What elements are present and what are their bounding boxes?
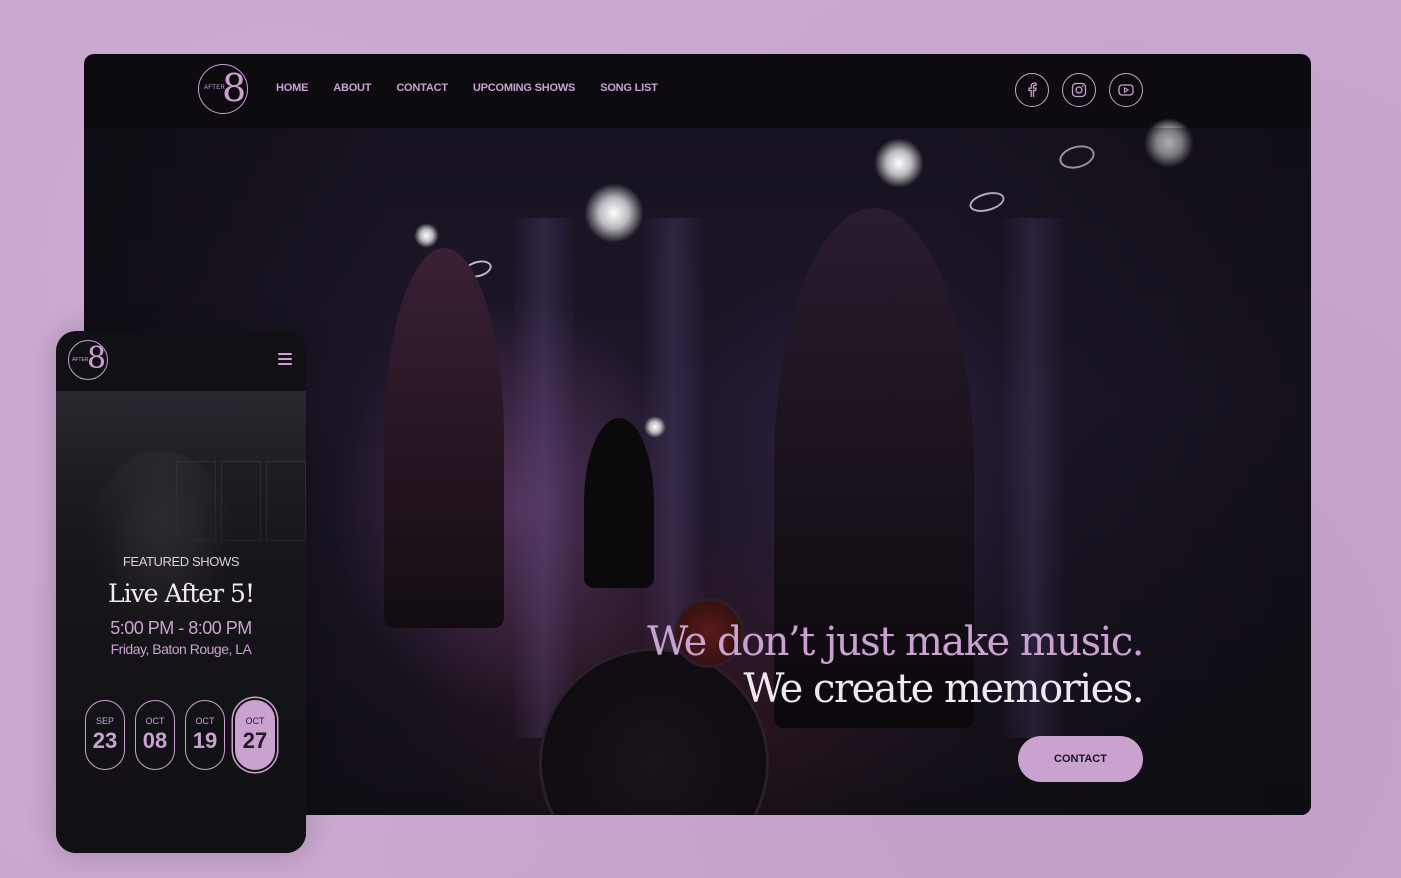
social-links	[1015, 73, 1143, 107]
nav-menu: HOME ABOUT CONTACT UPCOMING SHOWS SONG L…	[276, 82, 658, 94]
logo-text-big: 8	[87, 341, 107, 376]
nav-home[interactable]: HOME	[276, 82, 308, 94]
show-date-picker: SEP 23 OCT 08 OCT 19 OCT 27	[85, 700, 275, 770]
logo-text-big: 8	[222, 66, 247, 110]
date-month: OCT	[245, 716, 265, 726]
after8-logo[interactable]: AFTER 8	[198, 64, 248, 114]
featured-shows-label: FEATURED SHOWS	[122, 554, 240, 569]
nav-upcoming-shows[interactable]: UPCOMING SHOWS	[473, 82, 576, 94]
instagram-icon[interactable]	[1062, 73, 1096, 107]
date-month: OCT	[195, 716, 215, 726]
nav-contact[interactable]: CONTACT	[396, 82, 448, 94]
date-day: 19	[192, 728, 218, 753]
show-time: 5:00 PM - 8:00 PM	[110, 618, 252, 638]
logo-text-small: AFTER	[72, 357, 89, 363]
date-pill[interactable]: OCT 19	[185, 700, 225, 770]
nav-about[interactable]: ABOUT	[333, 82, 371, 94]
youtube-icon[interactable]	[1109, 73, 1143, 107]
nav-song-list[interactable]: SONG LIST	[600, 82, 658, 94]
date-day: 23	[92, 728, 118, 753]
hero-tagline-line2: We create memories.	[743, 666, 1144, 712]
contact-button[interactable]: CONTACT	[1018, 736, 1143, 782]
date-day: 08	[142, 728, 168, 753]
date-pill[interactable]: OCT 08	[135, 700, 175, 770]
mobile-site-frame: AFTER 8 FEATURED SHOWS Live After 5! 5:0…	[56, 331, 306, 853]
hero-tagline-line1: We don’t just make music.	[647, 619, 1144, 665]
facebook-icon[interactable]	[1015, 73, 1049, 107]
date-pill-selected[interactable]: OCT 27	[235, 700, 275, 770]
date-month: OCT	[145, 716, 165, 726]
after8-logo-mobile[interactable]: AFTER 8	[68, 340, 108, 380]
date-pill[interactable]: SEP 23	[85, 700, 125, 770]
hamburger-menu-icon[interactable]	[278, 353, 292, 365]
show-location: Friday, Baton Rouge, LA	[110, 641, 252, 657]
top-navigation: AFTER 8 HOME ABOUT CONTACT UPCOMING SHOW…	[84, 54, 1311, 128]
date-month: SEP	[95, 716, 114, 726]
show-title: Live After 5!	[107, 579, 255, 608]
date-day: 27	[242, 728, 268, 753]
